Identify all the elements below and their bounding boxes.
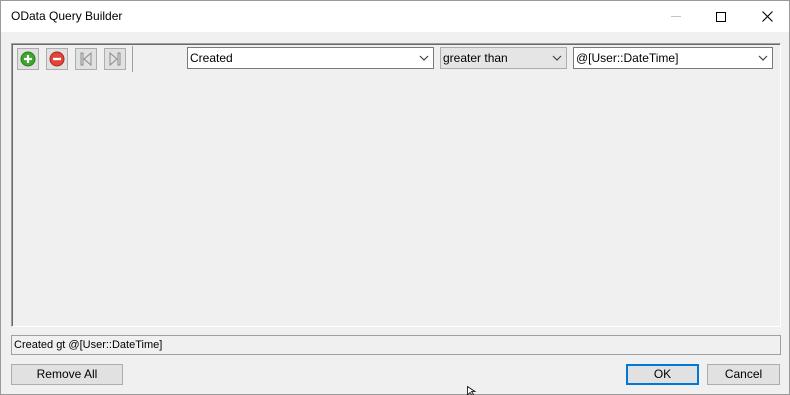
remove-icon bbox=[49, 51, 65, 67]
chevron-down-icon bbox=[419, 55, 429, 61]
move-last-button[interactable] bbox=[104, 48, 126, 70]
close-button[interactable] bbox=[744, 1, 790, 32]
close-icon bbox=[761, 11, 773, 22]
maximize-button[interactable] bbox=[698, 1, 744, 32]
minimize-icon bbox=[671, 16, 681, 17]
field-value: Created bbox=[190, 51, 233, 65]
chevron-down-icon bbox=[758, 55, 768, 61]
mouse-pointer-icon bbox=[467, 386, 477, 395]
chevron-down-icon bbox=[552, 55, 562, 61]
first-icon bbox=[80, 51, 92, 67]
move-first-button[interactable] bbox=[75, 48, 97, 70]
operator-value: greater than bbox=[443, 51, 508, 65]
title-bar: OData Query Builder bbox=[1, 1, 789, 32]
add-icon bbox=[20, 51, 36, 67]
value-text: @[User::DateTime] bbox=[576, 51, 679, 65]
add-condition-button[interactable] bbox=[17, 48, 39, 70]
remove-all-button[interactable]: Remove All bbox=[11, 364, 123, 385]
ok-button[interactable]: OK bbox=[626, 364, 699, 385]
condition-editor: Created greater than @[User::DateTime] bbox=[11, 43, 781, 327]
cancel-button[interactable]: Cancel bbox=[707, 364, 780, 385]
query-preview: Created gt @[User::DateTime] bbox=[11, 335, 781, 355]
maximize-icon bbox=[716, 11, 726, 22]
value-dropdown[interactable]: @[User::DateTime] bbox=[573, 47, 773, 69]
condition-toolbar bbox=[15, 46, 133, 72]
remove-condition-button[interactable] bbox=[46, 48, 68, 70]
operator-dropdown[interactable]: greater than bbox=[440, 47, 567, 69]
last-icon bbox=[109, 51, 121, 67]
minimize-button[interactable] bbox=[653, 1, 699, 32]
field-dropdown[interactable]: Created bbox=[187, 47, 434, 69]
query-builder-window: OData Query Builder Created greater than… bbox=[0, 0, 790, 395]
window-title: OData Query Builder bbox=[11, 9, 123, 23]
